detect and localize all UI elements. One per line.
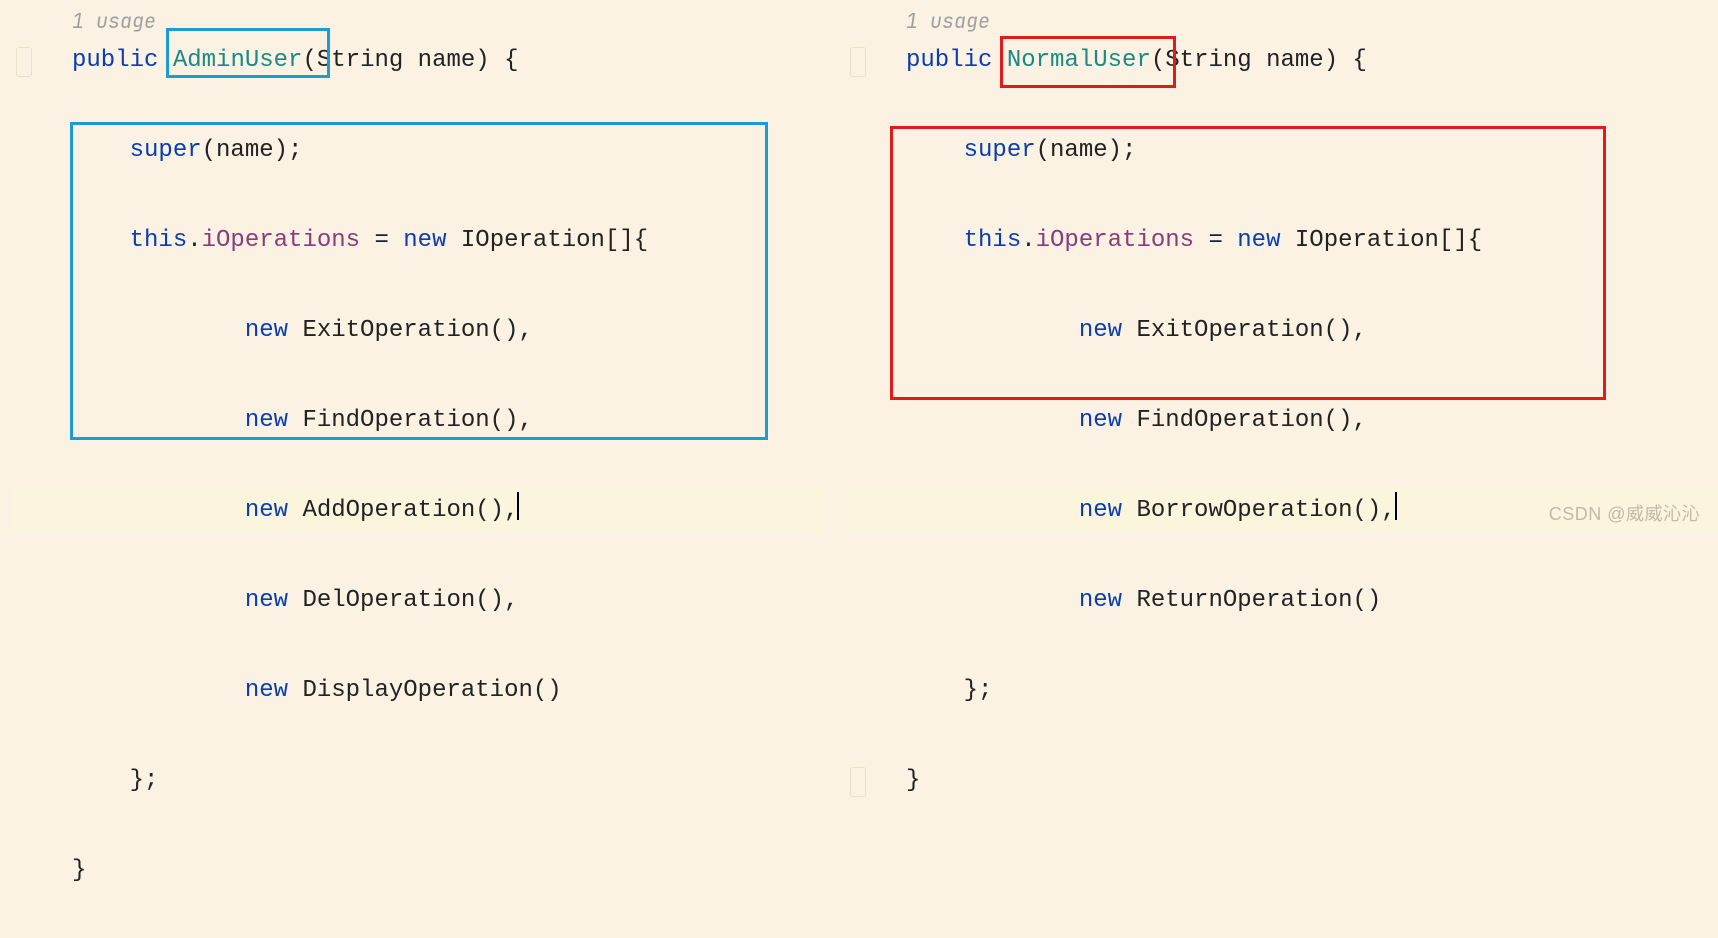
keyword-new: new: [245, 587, 288, 614]
array-type: IOperation[]{: [447, 227, 649, 254]
code-pane-right[interactable]: 1 usage public NormalUser(String name) {…: [848, 0, 1718, 532]
array-close: };: [964, 677, 993, 704]
array-type: IOperation[]{: [1281, 227, 1483, 254]
code-line[interactable]: this.iOperations = new IOperation[]{: [14, 218, 824, 263]
text-caret: [517, 492, 519, 520]
assign: =: [360, 227, 403, 254]
code-line[interactable]: };: [848, 668, 1718, 713]
op-name: BorrowOperation(),: [1122, 497, 1396, 524]
op-name: AddOperation(),: [288, 497, 518, 524]
param-type: String: [1165, 47, 1251, 74]
op-name: DelOperation(),: [288, 587, 518, 614]
gutter-hint-icon[interactable]: [850, 47, 866, 77]
assign: =: [1194, 227, 1237, 254]
code-line[interactable]: public NormalUser(String name) {: [848, 38, 1718, 83]
usage-hint[interactable]: 1 usage: [72, 8, 824, 34]
keyword-new: new: [1079, 317, 1122, 344]
param-name: name: [1252, 47, 1324, 74]
editor-split: 1 usage public AdminUser(String name) { …: [0, 0, 1718, 532]
class-name: AdminUser: [173, 47, 303, 74]
code-line[interactable]: }: [14, 848, 824, 893]
class-name: NormalUser: [1007, 47, 1151, 74]
keyword-new: new: [1079, 407, 1122, 434]
keyword-new: new: [245, 677, 288, 704]
code-line[interactable]: new DelOperation(),: [14, 578, 824, 623]
code-line[interactable]: }: [848, 758, 1718, 803]
op-name: ReturnOperation(): [1122, 587, 1381, 614]
code-line[interactable]: this.iOperations = new IOperation[]{: [848, 218, 1718, 263]
op-name: ExitOperation(),: [288, 317, 533, 344]
keyword-new: new: [245, 497, 288, 524]
keyword-new: new: [1079, 497, 1122, 524]
keyword-this: this: [964, 227, 1022, 254]
gutter-hint-icon[interactable]: [850, 767, 866, 797]
brace-close: }: [906, 767, 920, 794]
keyword-new: new: [1079, 587, 1122, 614]
keyword-new: new: [403, 227, 446, 254]
keyword-super: super: [964, 137, 1036, 164]
code-line[interactable]: super(name);: [848, 128, 1718, 173]
dot: .: [1021, 227, 1035, 254]
code-block-left[interactable]: public AdminUser(String name) { super(na…: [14, 38, 824, 938]
code-line[interactable]: };: [14, 758, 824, 803]
code-line[interactable]: public AdminUser(String name) {: [14, 38, 824, 83]
param-name: name: [403, 47, 475, 74]
op-name: ExitOperation(),: [1122, 317, 1367, 344]
param-type: String: [317, 47, 403, 74]
sig-close: ) {: [1324, 47, 1367, 74]
brace-close: }: [72, 857, 86, 884]
sig-close: ) {: [475, 47, 518, 74]
gutter-hint-icon[interactable]: [16, 47, 32, 77]
code-line[interactable]: new ExitOperation(),: [848, 308, 1718, 353]
super-call: (name);: [202, 137, 303, 164]
code-line[interactable]: super(name);: [14, 128, 824, 173]
code-pane-left[interactable]: 1 usage public AdminUser(String name) { …: [14, 0, 824, 532]
code-line[interactable]: new DisplayOperation(): [14, 668, 824, 713]
pane-divider: [824, 0, 828, 532]
keyword-new: new: [1237, 227, 1280, 254]
keyword-new: new: [245, 317, 288, 344]
keyword-this: this: [130, 227, 188, 254]
op-name: DisplayOperation(): [288, 677, 562, 704]
usage-hint[interactable]: 1 usage: [906, 8, 1718, 34]
op-name: FindOperation(),: [1122, 407, 1367, 434]
field-name: iOperations: [202, 227, 360, 254]
code-line[interactable]: new ExitOperation(),: [14, 308, 824, 353]
paren-open: (: [1151, 47, 1165, 74]
code-block-right[interactable]: public NormalUser(String name) { super(n…: [848, 38, 1718, 848]
text-caret: [1395, 492, 1397, 520]
array-close: };: [130, 767, 159, 794]
keyword-new: new: [245, 407, 288, 434]
code-line[interactable]: new AddOperation(),: [14, 488, 824, 533]
keyword-public: public: [72, 47, 158, 74]
code-line[interactable]: new FindOperation(),: [14, 398, 824, 443]
super-call: (name);: [1036, 137, 1137, 164]
field-name: iOperations: [1036, 227, 1194, 254]
dot: .: [187, 227, 201, 254]
keyword-super: super: [130, 137, 202, 164]
code-line[interactable]: new FindOperation(),: [848, 398, 1718, 443]
code-line[interactable]: new ReturnOperation(): [848, 578, 1718, 623]
op-name: FindOperation(),: [288, 407, 533, 434]
paren-open: (: [302, 47, 316, 74]
keyword-public: public: [906, 47, 992, 74]
watermark-text: CSDN @威威沁沁: [1549, 500, 1700, 526]
